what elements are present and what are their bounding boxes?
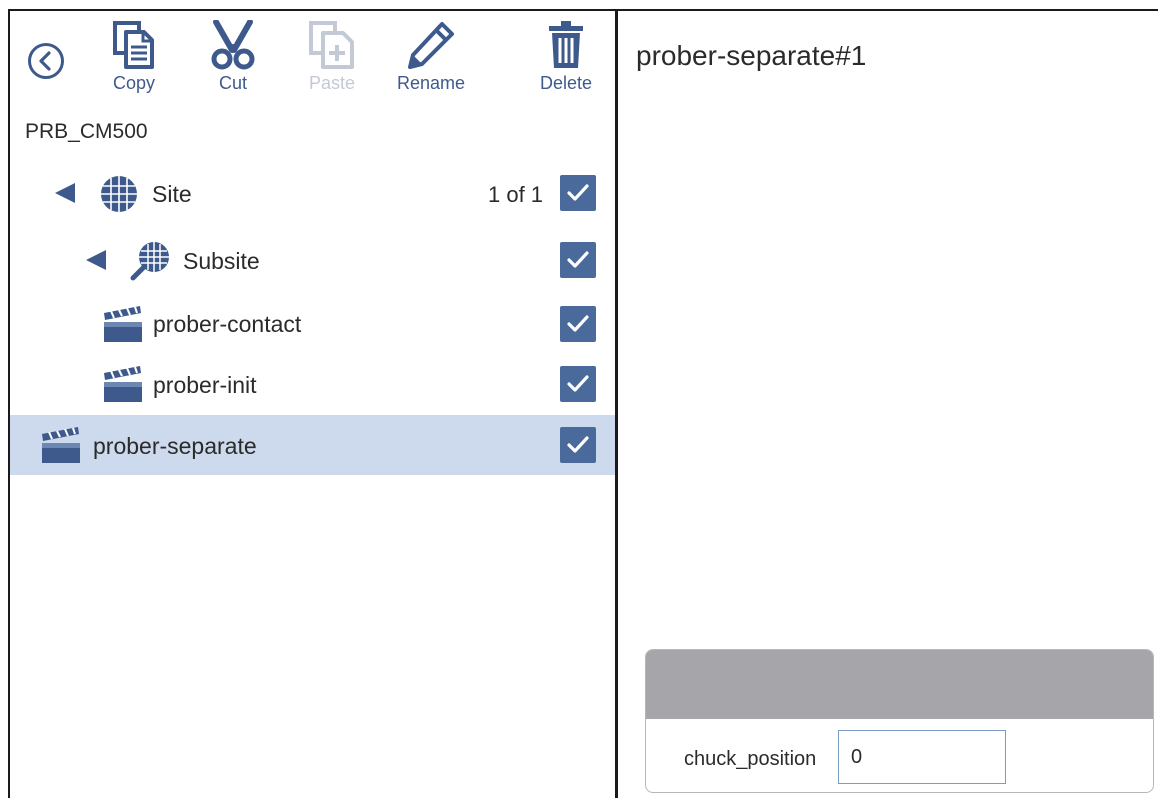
copy-icon [113, 21, 154, 69]
check-icon [567, 251, 589, 268]
copy-label: Copy [112, 73, 156, 93]
tree-row-prober-init[interactable]: prober-init [10, 354, 615, 414]
item-label: prober-contact [153, 311, 302, 337]
check-icon [567, 375, 589, 392]
panel-divider[interactable] [615, 9, 618, 798]
site-count: 1 of 1 [488, 182, 544, 207]
subsite-checkbox[interactable] [560, 242, 596, 278]
parameter-panel-header [646, 650, 1153, 719]
copy-button[interactable]: Copy [104, 20, 164, 94]
paste-label: Paste [308, 73, 356, 93]
cut-button[interactable]: Cut [203, 20, 263, 94]
delete-label: Delete [539, 73, 593, 93]
delete-button[interactable]: Delete [533, 20, 599, 94]
check-icon [567, 436, 589, 453]
check-icon [567, 315, 589, 332]
item-checkbox[interactable] [560, 366, 596, 402]
item-checkbox[interactable] [560, 427, 596, 463]
rename-button[interactable]: Rename [390, 20, 472, 94]
scissors-icon [211, 20, 255, 70]
site-label: Site [152, 181, 192, 207]
item-label: prober-separate [93, 433, 257, 459]
site-checkbox[interactable] [560, 175, 596, 211]
chuck-position-label: chuck_position [684, 748, 817, 770]
item-label: prober-init [153, 372, 257, 398]
pencil-icon [408, 22, 454, 69]
cut-label: Cut [218, 73, 247, 93]
subsite-magnifier-icon [130, 242, 169, 281]
rename-label: Rename [396, 73, 466, 93]
tree-root-label: PRB_CM500 [25, 120, 148, 143]
window-border-top [8, 9, 1158, 11]
parameter-panel: chuck_position [645, 649, 1154, 793]
collapse-arrow-icon[interactable] [55, 183, 75, 203]
collapse-arrow-icon[interactable] [86, 250, 106, 270]
paste-icon [309, 21, 354, 69]
item-checkbox[interactable] [560, 306, 596, 342]
tree-row-prober-separate[interactable]: prober-separate [10, 415, 615, 475]
clapperboard-icon [104, 306, 142, 342]
subsite-label: Subsite [183, 248, 260, 274]
wafer-icon [101, 176, 137, 212]
back-button[interactable] [27, 42, 65, 80]
app-window: Copy Cut Paste Rename Delete PRB_CM500 S… [0, 0, 1158, 798]
trash-icon [549, 21, 583, 68]
detail-title: prober-separate#1 [636, 40, 867, 71]
tree-row-prober-contact[interactable]: prober-contact [10, 294, 615, 354]
toolbar: Copy Cut Paste Rename Delete [10, 12, 615, 102]
check-icon [567, 184, 589, 201]
tree-row-subsite[interactable]: Subsite [10, 230, 615, 290]
tree-row-site[interactable]: Site 1 of 1 [10, 163, 615, 223]
clapperboard-icon [42, 427, 80, 463]
back-circle-icon [28, 43, 64, 79]
paste-button[interactable]: Paste [301, 20, 363, 94]
chuck-position-input[interactable] [838, 730, 1006, 784]
clapperboard-icon [104, 366, 142, 402]
